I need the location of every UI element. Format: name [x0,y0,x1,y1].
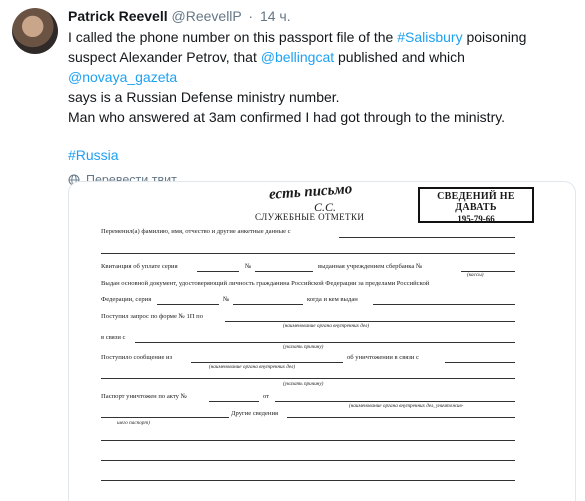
doc-caption: (наименование органа внутренних дел, уни… [349,403,464,409]
doc-line [135,342,515,343]
doc-caption: (указать причину) [283,344,324,350]
doc-line [101,440,515,441]
doc-row: № [223,296,230,303]
doc-line [275,401,515,402]
tweet-text-segment: I called the phone number on this passpo… [68,29,398,45]
tweet-text-segment: suspect Alexander Petrov, that [68,49,261,65]
tweet-card: Patrick Reevell @ReevellP · 14 ч. I call… [0,0,585,501]
doc-caption: (наименование органа внутренних дел) [283,323,370,329]
doc-row: Паспорт уничтожен по акту № [101,393,187,400]
doc-row: выданная учреждением сбербанка № [318,263,423,270]
tweet-content: Patrick Reevell @ReevellP · 14 ч. I call… [68,6,573,187]
stamp-text: СВЕДЕНИЙ НЕ ДАВАТЬ [437,191,515,213]
doc-line [445,362,515,363]
doc-row: Выдан основной документ, удостоверяющий … [101,280,430,287]
doc-line [287,417,515,418]
doc-row: № [245,263,252,270]
doc-row: Поступило сообщение из [101,354,173,361]
doc-line [101,460,515,461]
hashtag-russia[interactable]: #Russia [68,147,119,163]
doc-row: когда и кем выдан [307,296,358,303]
doc-caption: (наименование органа внутренних дел) [209,364,296,370]
doc-caption: (кассы) [467,272,484,278]
separator-dot: · [248,8,254,24]
handwritten-note: есть письмо [268,181,353,203]
doc-line [339,237,515,238]
avatar[interactable] [12,8,58,54]
doc-line [101,480,515,481]
doc-row: в связи с [101,334,126,341]
doc-line [209,401,259,402]
stamp-number: 195-79-66 [457,214,495,224]
author-handle[interactable]: @ReevellP [172,8,242,24]
tweet-text: I called the phone number on this passpo… [68,27,573,127]
passport-document: есть письмо С.С. СВЕДЕНИЙ НЕ ДАВАТЬ 195-… [69,182,575,501]
doc-line [101,253,515,254]
tweet-hashtags: #Russia [68,145,573,165]
tweet-media-image[interactable]: есть письмо С.С. СВЕДЕНИЙ НЕ ДАВАТЬ 195-… [68,181,576,501]
tweet-text-segment: Man who answered at 3am confirmed I had … [68,109,506,125]
tweet-text-segment: poisoning [462,29,527,45]
doc-caption: (указать причину) [283,381,324,387]
doc-line [101,378,515,379]
doc-row: Поступил запрос по форме № 1П по [101,313,204,320]
tweet-text-segment: says is a Russian Defense ministry numbe… [68,89,340,105]
doc-row: от [263,393,270,400]
stamp-box: СВЕДЕНИЙ НЕ ДАВАТЬ 195-79-66 [418,187,534,224]
doc-row: об уничтожении в связи с [347,354,419,361]
doc-row: Другие сведения [231,410,279,417]
doc-line [197,271,239,272]
doc-line [373,304,515,305]
tweet-timestamp[interactable]: 14 ч. [260,8,291,24]
doc-line [157,304,219,305]
tweet-header: Patrick Reevell @ReevellP · 14 ч. [68,6,573,26]
doc-line [101,417,229,418]
doc-line [255,271,313,272]
doc-row: Федерации, серия [101,296,152,303]
doc-line [191,362,343,363]
doc-caption: шего паспорт) [117,420,150,426]
doc-line [225,321,515,322]
author-name[interactable]: Patrick Reevell [68,8,168,24]
doc-line [233,304,303,305]
hashtag-salisbury[interactable]: #Salisbury [397,29,462,45]
tweet-text-segment: published and which [334,49,465,65]
doc-row: Переменил(а) фамилию, имя, отчество и др… [101,228,291,235]
doc-row: Квитанция об уплате серия [101,263,178,270]
mention-bellingcat[interactable]: @bellingcat [261,49,334,65]
document-title: СЛУЖЕБНЫЕ ОТМЕТКИ [255,212,365,222]
mention-novaya-gazeta[interactable]: @novaya_gazeta [68,69,177,85]
